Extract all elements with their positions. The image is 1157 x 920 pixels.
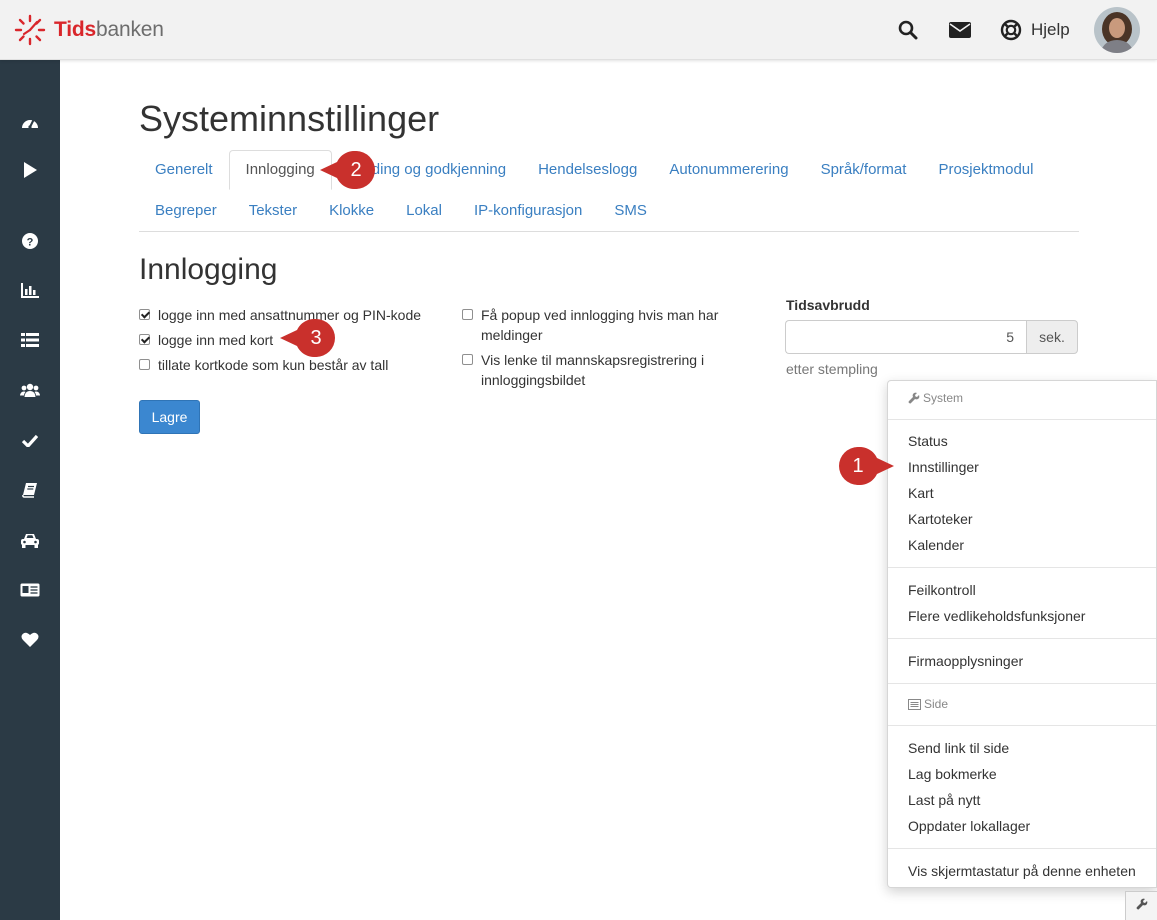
save-button[interactable]: Lagre [139,400,200,434]
life-ring-icon[interactable] [999,18,1023,42]
tabs-divider [139,231,1079,232]
tab-sprak-format[interactable]: Språk/format [805,150,923,190]
dashboard-icon[interactable] [18,110,42,134]
callout-number: 2 [350,158,362,181]
checkbox-row-mannskapsregistrering[interactable]: Vis lenke til mannskapsregistrering i in… [462,350,752,390]
dropdown-divider [888,567,1156,568]
dropdown-divider [888,419,1156,420]
list-alt-icon [908,698,921,710]
checkbox-kortkode-tall[interactable] [139,359,150,370]
checkbox-row-kort[interactable]: logge inn med kort [139,330,273,350]
checkbox-label: tillate kortkode som kun består av tall [158,357,389,373]
page-title: Systeminnstillinger [139,98,440,139]
menu-item-kart[interactable]: Kart [908,485,934,501]
tab-lokal[interactable]: Lokal [390,191,458,231]
checkmark-icon[interactable] [18,428,42,452]
tab-hendelseslogg[interactable]: Hendelseslogg [522,150,653,190]
heart-icon[interactable] [18,628,42,652]
top-bar: Tidsbanken Hjelp [0,0,1157,60]
dropdown-divider [888,848,1156,849]
logo-wordmark: Tidsbanken [54,18,164,42]
dropdown-divider [888,725,1156,726]
timeout-unit: sek. [1026,320,1078,354]
tab-tekster[interactable]: Tekster [233,191,313,231]
menu-item-send-link[interactable]: Send link til side [908,740,1009,756]
question-circle-icon[interactable]: ? [18,229,42,253]
system-menu-toggle[interactable] [1125,891,1157,920]
menu-item-feilkontroll[interactable]: Feilkontroll [908,582,976,598]
tab-innlogging[interactable]: Innlogging [228,150,332,190]
tab-sms[interactable]: SMS [598,191,663,231]
system-dropdown-menu: System Status Innstillinger Kart Kartote… [887,380,1157,888]
user-avatar[interactable] [1094,7,1140,53]
checkbox-popup-meldinger[interactable] [462,309,473,320]
callout-marker-1: 1 [834,446,894,486]
dropdown-divider [888,638,1156,639]
callout-marker-3: 3 [280,318,335,358]
id-card-icon[interactable] [18,578,42,602]
tab-ip-konfigurasjon[interactable]: IP-konfigurasjon [458,191,598,231]
envelope-icon[interactable] [948,18,972,42]
checkbox-kort[interactable] [139,334,150,345]
menu-item-kartoteker[interactable]: Kartoteker [908,511,973,527]
tab-autonummerering[interactable]: Autonummerering [653,150,804,190]
tab-prosjektmodul[interactable]: Prosjektmodul [922,150,1049,190]
logo-wordmark-banken: banken [96,18,164,41]
tidsbanken-logo-icon [14,14,46,46]
menu-item-firmaopplysninger[interactable]: Firmaopplysninger [908,653,1023,669]
sidebar: ? [0,60,60,920]
checkbox-label: Få popup ved innlogging hvis man har mel… [481,307,719,343]
car-icon[interactable] [18,528,42,552]
help-link[interactable]: Hjelp [1031,20,1070,40]
timeout-input[interactable] [785,320,1026,354]
play-icon[interactable] [18,158,42,182]
checkbox-row-kortkode-tall[interactable]: tillate kortkode som kun består av tall [139,355,388,375]
tab-klokke[interactable]: Klokke [313,191,390,231]
menu-item-skjermtastatur[interactable]: Vis skjermtastatur på denne enheten [908,863,1136,879]
menu-item-vedlikeholdsfunksjoner[interactable]: Flere vedlikeholdsfunksjoner [908,608,1085,624]
dropdown-divider [888,683,1156,684]
dropdown-header-side: Side [908,697,948,711]
timeout-label: Tidsavbrudd [786,297,870,313]
users-icon[interactable] [18,378,42,402]
menu-item-kalender[interactable]: Kalender [908,537,964,553]
checkbox-label: logge inn med kort [158,332,274,348]
callout-number: 3 [310,326,322,349]
timeout-input-group: sek. [785,320,1078,354]
tidsbanken-logo[interactable]: Tidsbanken [14,14,164,46]
checkbox-label: Vis lenke til mannskapsregistrering i in… [481,352,705,388]
dropdown-header-label: Side [924,697,949,711]
checkbox-mannskapsregistrering[interactable] [462,354,473,365]
dropdown-header-label: System [923,391,964,405]
menu-item-innstillinger[interactable]: Innstillinger [908,459,979,475]
checkbox-row-popup-meldinger[interactable]: Få popup ved innlogging hvis man har mel… [462,305,752,345]
list-icon[interactable] [18,328,42,352]
section-title: Innlogging [139,253,278,286]
bar-chart-icon[interactable] [18,278,42,302]
timeout-help-text: etter stempling [786,361,878,377]
menu-item-last-pa-nytt[interactable]: Last på nytt [908,792,980,808]
menu-item-oppdater-lokallager[interactable]: Oppdater lokallager [908,818,1030,834]
callout-number: 1 [852,454,864,477]
wrench-icon [1136,897,1148,915]
checkbox-ansattnummer-pin[interactable] [139,309,150,320]
svg-text:?: ? [27,236,34,248]
menu-item-lag-bokmerke[interactable]: Lag bokmerke [908,766,997,782]
logo-wordmark-tids: Tids [54,18,96,41]
wrench-icon [908,392,920,404]
dropdown-header-system: System [908,391,963,405]
tabs-row-2: Begreper Tekster Klokke Lokal IP-konfigu… [139,191,663,231]
callout-marker-2: 2 [320,150,375,190]
tabs-row-1: Generelt Innlogging ding og godkjenning … [139,150,1049,190]
tab-generelt[interactable]: Generelt [139,150,229,190]
search-icon[interactable] [896,18,920,42]
tab-begreper[interactable]: Begreper [139,191,233,231]
book-icon[interactable] [18,478,42,502]
menu-item-status[interactable]: Status [908,433,948,449]
